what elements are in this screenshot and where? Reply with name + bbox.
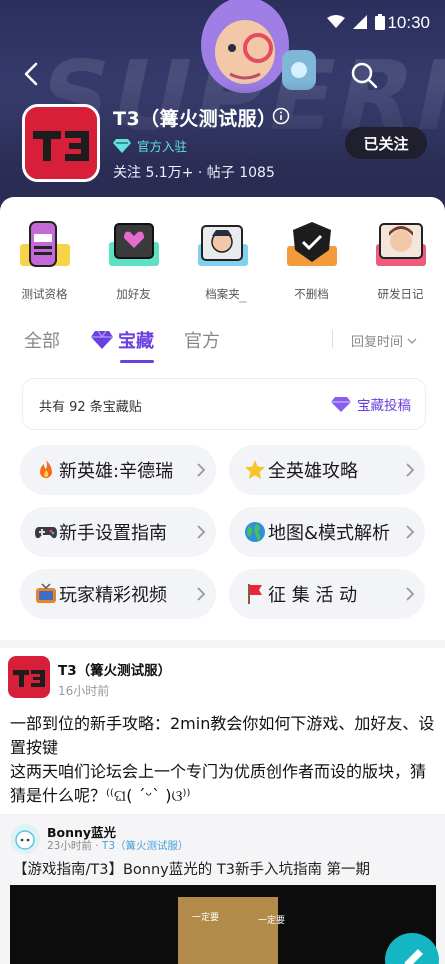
treasure-submit-button[interactable]: 宝藏投稿 — [331, 394, 411, 414]
gem-submit-icon — [331, 396, 351, 412]
shortcut-scroll-indicator — [239, 301, 247, 303]
chip-all-heroes[interactable]: 全英雄攻略 — [229, 445, 425, 495]
post-body[interactable]: 一部到位的新手攻略：2min教会你如何下游戏、加好友、设置按键 这两天咱们论坛会… — [10, 712, 440, 808]
chip-label: 征 集 活 动 — [268, 585, 358, 606]
add-friend-icon — [108, 223, 159, 266]
chip-player-videos[interactable]: 玩家精彩视频 — [20, 569, 216, 619]
tab-bar: 全部 宝藏 官方 回复时间 — [0, 320, 445, 368]
chip-label: 新英雄:辛德瑞 — [59, 461, 174, 482]
globe-icon — [245, 522, 265, 542]
pencil-icon — [404, 949, 423, 964]
shortcut-test-qualification[interactable]: 测试资格 — [0, 212, 89, 308]
shortcut-label: 研发日记 — [377, 287, 424, 301]
chevron-right-icon — [197, 525, 206, 539]
sort-dropdown[interactable]: 回复时间 — [351, 331, 417, 350]
post-body-line: 一部到位的新手攻略：2min教会你如何下游戏、加好友、设置按键 — [10, 714, 435, 757]
tv-icon — [36, 583, 56, 603]
chevron-down-icon — [407, 338, 417, 344]
treasure-gem-icon — [91, 330, 113, 349]
quoted-source-link[interactable]: T3（篝火测试服） — [102, 840, 189, 852]
gamepad-icon — [35, 527, 57, 539]
post-author-avatar[interactable] — [8, 656, 50, 698]
diamond-badge-icon — [113, 138, 131, 153]
shortcut-dev-diary[interactable]: 研发日记 — [356, 212, 445, 308]
status-time: 10:30 — [387, 13, 430, 32]
star-icon — [245, 460, 265, 479]
chevron-right-icon — [406, 463, 415, 477]
shortcut-label: 测试资格 — [21, 287, 68, 301]
chip-map-modes[interactable]: 地图&模式解析 — [229, 507, 425, 557]
tab-all[interactable]: 全部 — [24, 327, 60, 353]
video-caption: 一定要 — [192, 913, 220, 923]
chip-events[interactable]: 征 集 活 动 — [229, 569, 425, 619]
quoted-post-title[interactable]: 【游戏指南/T3】Bonny蓝光的 T3新手入坑指南 第一期 — [13, 858, 370, 879]
status-bar: 10:30 — [0, 0, 445, 46]
battery-icon — [375, 14, 385, 30]
post-author-name[interactable]: T3（篝火测试服） — [58, 659, 171, 679]
tab-official[interactable]: 官方 — [184, 327, 220, 353]
video-caption: 一定要 — [258, 916, 286, 926]
back-arrow-icon[interactable] — [18, 60, 46, 88]
sort-label: 回复时间 — [351, 335, 404, 350]
chip-label: 玩家精彩视频 — [59, 585, 167, 606]
archive-folder-icon — [197, 225, 248, 266]
no-wipe-icon — [286, 222, 337, 266]
chip-label: 新手设置指南 — [59, 523, 167, 544]
treasure-summary-bar: 共有 92 条宝藏贴 宝藏投稿 — [22, 378, 426, 430]
quoted-time: 23小时前 — [47, 840, 92, 852]
quoted-meta: 23小时前 · T3（篝火测试服） — [47, 840, 189, 852]
info-icon[interactable] — [272, 107, 290, 125]
quoted-author-avatar — [10, 824, 40, 854]
chevron-right-icon — [406, 525, 415, 539]
follow-post-stats: 关注 5.1万+ · 帖子 1085 — [113, 165, 275, 181]
video-thumbnail[interactable]: 一定要 一定要 — [10, 885, 436, 964]
wifi-icon — [327, 15, 345, 28]
game-title: T3（篝火测试服） — [113, 108, 277, 130]
fire-icon — [40, 460, 52, 478]
dev-diary-icon — [375, 223, 426, 266]
shortcut-no-wipe[interactable]: 不删档 — [267, 212, 356, 308]
shortcut-label: 不删档 — [294, 287, 329, 301]
flag-icon — [248, 584, 262, 604]
chevron-right-icon — [197, 587, 206, 601]
shortcut-archive-folder[interactable]: 档案夹 — [178, 212, 267, 308]
chip-new-hero[interactable]: 新英雄:辛德瑞 — [20, 445, 216, 495]
post-timestamp: 16小时前 — [58, 684, 110, 698]
treasure-submit-label: 宝藏投稿 — [357, 398, 411, 414]
follow-button[interactable]: 已关注 — [345, 127, 427, 159]
t3-logo-icon — [25, 107, 97, 179]
tab-treasure[interactable]: 宝藏 — [118, 327, 154, 353]
chip-label: 全英雄攻略 — [268, 461, 358, 482]
game-logo — [22, 104, 100, 182]
video-frame — [178, 897, 278, 964]
status-icons — [327, 14, 385, 30]
chip-beginner-settings[interactable]: 新手设置指南 — [20, 507, 216, 557]
section-divider — [0, 640, 445, 648]
t3-avatar-icon — [13, 670, 45, 687]
shortcut-label: 加好友 — [116, 287, 151, 301]
chip-label: 地图&模式解析 — [268, 523, 391, 544]
shortcut-add-friend[interactable]: 加好友 — [89, 212, 178, 308]
chevron-right-icon — [406, 587, 415, 601]
signal-icon — [353, 15, 367, 29]
search-icon[interactable] — [349, 60, 379, 90]
shortcut-label: 档案夹 — [205, 287, 240, 301]
post-body-line: 这两天咱们论坛会上一个专门为优质创作者而设的版块，猜猜是什么呢？⁽⁽ଘ( ˊᵕˋ… — [10, 762, 427, 805]
tab-active-underline — [120, 360, 154, 363]
official-badge-label: 官方入驻 — [137, 139, 188, 154]
treasure-count: 共有 92 条宝藏贴 — [39, 400, 142, 415]
official-badge: 官方入驻 — [113, 136, 187, 155]
compose-fab-button[interactable] — [385, 933, 439, 964]
avatar-icon — [15, 830, 35, 850]
shortcut-row: 测试资格 加好友 档案夹 不删档 研发日记 — [0, 212, 445, 308]
test-qualification-icon — [19, 221, 70, 267]
sort-separator — [332, 330, 333, 348]
chevron-right-icon — [197, 463, 206, 477]
